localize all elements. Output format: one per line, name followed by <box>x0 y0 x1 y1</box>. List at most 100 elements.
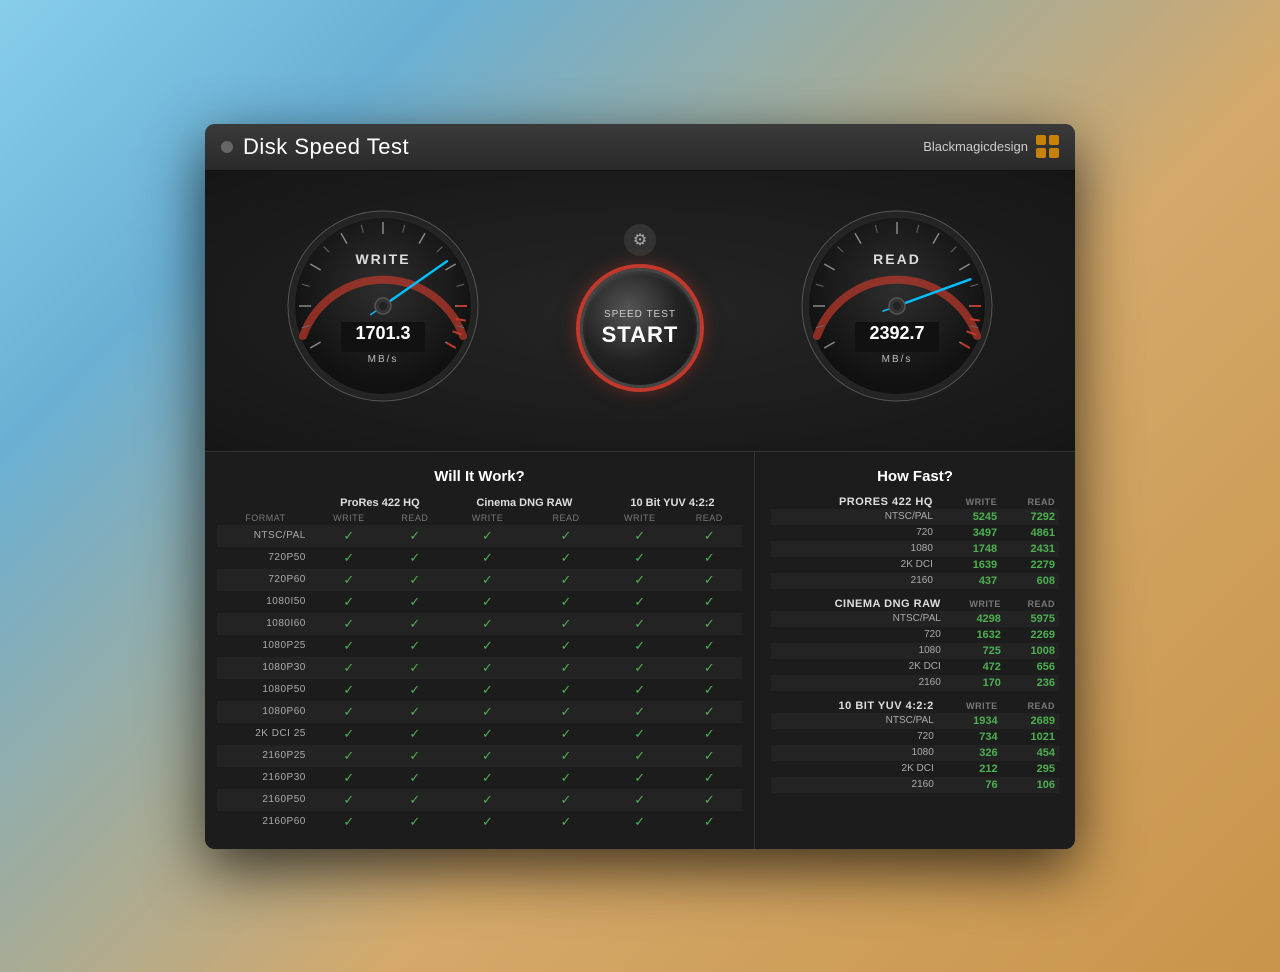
hf-row: 72016322269 <box>771 627 1059 643</box>
check-cell: ✓ <box>384 701 446 723</box>
check-cell: ✓ <box>529 657 603 679</box>
svg-text:READ: READ <box>873 251 921 267</box>
check-cell: ✓ <box>677 569 742 591</box>
hf-read-value: 608 <box>1001 573 1059 589</box>
check-mark: ✓ <box>704 682 715 697</box>
hf-row: 216076106 <box>771 777 1059 793</box>
check-cell: ✓ <box>384 723 446 745</box>
check-mark: ✓ <box>482 770 493 785</box>
check-cell: ✓ <box>384 679 446 701</box>
check-cell: ✓ <box>384 569 446 591</box>
check-mark: ✓ <box>409 704 420 719</box>
hf-row-label: 2K DCI <box>771 659 945 675</box>
check-cell: ✓ <box>603 525 677 547</box>
check-mark: ✓ <box>561 682 572 697</box>
check-cell: ✓ <box>529 745 603 767</box>
check-mark: ✓ <box>409 594 420 609</box>
close-button[interactable] <box>221 141 233 153</box>
hf-row: NTSC/PAL52457292 <box>771 509 1059 525</box>
svg-text:2392.7: 2392.7 <box>869 323 924 343</box>
check-mark: ✓ <box>482 594 493 609</box>
hf-write-value: 725 <box>945 643 1005 659</box>
hf-section-table: ProRes 422 HQWRITEREADNTSC/PAL5245729272… <box>771 495 1059 589</box>
hf-row: 2160170236 <box>771 675 1059 691</box>
check-mark: ✓ <box>343 792 354 807</box>
gauges-section: WRITE 1701.3 MB/s <box>205 171 1075 451</box>
check-cell: ✓ <box>677 657 742 679</box>
check-cell: ✓ <box>314 525 384 547</box>
check-cell: ✓ <box>603 547 677 569</box>
check-mark: ✓ <box>561 814 572 829</box>
prores-write-header: WRITE <box>314 511 384 525</box>
hf-write-value: 734 <box>938 729 1002 745</box>
check-cell: ✓ <box>603 745 677 767</box>
hf-section-table: 10 Bit YUV 4:2:2WRITEREADNTSC/PAL1934268… <box>771 699 1059 793</box>
check-mark: ✓ <box>704 594 715 609</box>
check-mark: ✓ <box>343 660 354 675</box>
hf-read-value: 454 <box>1002 745 1059 761</box>
yuv-write-header: WRITE <box>603 511 677 525</box>
check-mark: ✓ <box>561 704 572 719</box>
check-cell: ✓ <box>603 767 677 789</box>
hf-row: 2K DCI16392279 <box>771 557 1059 573</box>
hf-write-value: 437 <box>937 573 1001 589</box>
read-gauge: READ 2392.7 MB/s <box>797 206 997 406</box>
hf-read-value: 2431 <box>1001 541 1059 557</box>
hf-row-label: 720 <box>771 729 938 745</box>
table-row: 720p60✓✓✓✓✓✓ <box>217 569 742 591</box>
hf-row-label: NTSC/PAL <box>771 713 938 729</box>
check-cell: ✓ <box>603 657 677 679</box>
brand-square-3 <box>1036 148 1046 158</box>
check-mark: ✓ <box>634 550 645 565</box>
hf-row-label: 2160 <box>771 573 937 589</box>
check-cell: ✓ <box>446 569 529 591</box>
brand-logo: Blackmagicdesign <box>923 135 1059 158</box>
hf-row: 108017482431 <box>771 541 1059 557</box>
start-button-label: SPEED TEST <box>604 308 676 322</box>
check-mark: ✓ <box>561 616 572 631</box>
check-cell: ✓ <box>314 613 384 635</box>
check-mark: ✓ <box>482 638 493 653</box>
check-mark: ✓ <box>561 528 572 543</box>
check-cell: ✓ <box>677 525 742 547</box>
hf-write-value: 472 <box>945 659 1005 675</box>
svg-text:1701.3: 1701.3 <box>356 323 411 343</box>
check-mark: ✓ <box>561 792 572 807</box>
check-cell: ✓ <box>603 811 677 833</box>
check-mark: ✓ <box>482 792 493 807</box>
check-cell: ✓ <box>446 723 529 745</box>
check-mark: ✓ <box>409 550 420 565</box>
hf-read-value: 4861 <box>1001 525 1059 541</box>
check-mark: ✓ <box>482 572 493 587</box>
check-mark: ✓ <box>634 572 645 587</box>
check-cell: ✓ <box>677 723 742 745</box>
check-cell: ✓ <box>677 767 742 789</box>
hf-read-value: 236 <box>1005 675 1059 691</box>
hf-read-header: READ <box>1001 495 1059 509</box>
check-cell: ✓ <box>384 789 446 811</box>
check-mark: ✓ <box>634 594 645 609</box>
check-cell: ✓ <box>446 591 529 613</box>
check-cell: ✓ <box>603 613 677 635</box>
check-cell: ✓ <box>603 723 677 745</box>
settings-button[interactable]: ⚙ <box>624 224 656 256</box>
check-mark: ✓ <box>704 814 715 829</box>
check-cell: ✓ <box>603 635 677 657</box>
check-cell: ✓ <box>384 745 446 767</box>
table-row: 1080i60✓✓✓✓✓✓ <box>217 613 742 635</box>
check-mark: ✓ <box>409 814 420 829</box>
hf-row-label: 2160 <box>771 675 945 691</box>
check-mark: ✓ <box>482 660 493 675</box>
check-mark: ✓ <box>634 726 645 741</box>
hf-section-title: ProRes 422 HQ <box>771 495 937 509</box>
start-button[interactable]: SPEED TEST START <box>580 268 700 388</box>
check-cell: ✓ <box>529 547 603 569</box>
check-cell: ✓ <box>603 789 677 811</box>
check-mark: ✓ <box>343 616 354 631</box>
check-cell: ✓ <box>384 525 446 547</box>
hf-row-label: 1080 <box>771 643 945 659</box>
check-cell: ✓ <box>446 745 529 767</box>
check-mark: ✓ <box>482 528 493 543</box>
table-row: 2160p60✓✓✓✓✓✓ <box>217 811 742 833</box>
check-cell: ✓ <box>677 745 742 767</box>
